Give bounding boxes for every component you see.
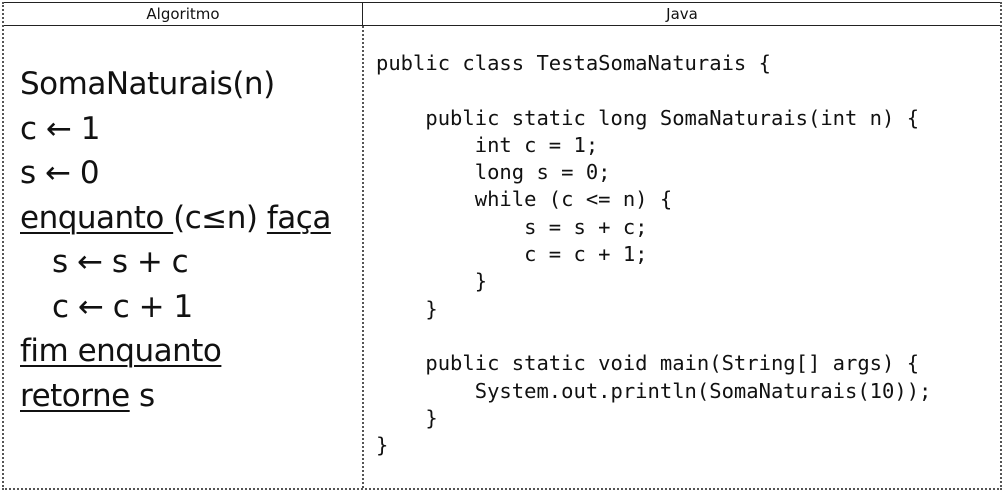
- algorithm-keyword: enquanto: [20, 199, 174, 236]
- code-line: }: [376, 405, 438, 430]
- algorithm-line: c ← c + 1: [20, 285, 358, 330]
- algorithm-line: s ← s + c: [20, 240, 358, 285]
- column-divider: [362, 26, 364, 488]
- code-line: c = c + 1;: [376, 242, 648, 267]
- java-source-code: public class TestaSomaNaturais { public …: [376, 50, 998, 459]
- code-line: }: [376, 433, 389, 458]
- algorithm-line: c ← 1: [20, 107, 358, 152]
- code-line: int c = 1;: [376, 132, 599, 157]
- code-line: while (c <= n) {: [376, 187, 673, 212]
- algorithm-text: s ← 0: [20, 155, 100, 191]
- code-line: }: [376, 296, 438, 321]
- code-line: public static void main(String[] args) {: [376, 351, 920, 376]
- algorithm-keyword: fim enquanto: [20, 333, 222, 369]
- algorithm-keyword: retorne: [20, 377, 130, 414]
- code-line: long s = 0;: [376, 160, 611, 185]
- algorithm-line: SomaNaturais(n): [20, 62, 358, 107]
- code-line: System.out.println(SomaNaturais(10));: [376, 378, 932, 403]
- algorithm-text: c ← c + 1: [52, 288, 193, 325]
- algorithm-text: s: [129, 377, 155, 414]
- algorithm-text: s ← s + c: [52, 244, 189, 280]
- algorithm-line: retorne s: [20, 374, 358, 419]
- code-line: }: [376, 269, 488, 294]
- algorithm-line: s ← 0: [20, 151, 358, 196]
- java-column-header: Java: [666, 5, 698, 23]
- algorithm-pseudocode: SomaNaturais(n) c ← 1 s ← 0 enquanto (c≤n) …: [20, 62, 358, 418]
- table-header: Algoritmo Java: [4, 2, 1000, 26]
- code-line: public class TestaSomaNaturais {: [376, 51, 771, 75]
- algorithm-line: enquanto (c≤n) faça: [20, 196, 358, 241]
- algorithm-text: (c≤n): [173, 199, 267, 236]
- code-line: s = s + c;: [376, 214, 648, 239]
- algorithm-text: c ← 1: [20, 110, 100, 147]
- algorithm-text: SomaNaturais(n): [20, 66, 275, 102]
- code-line: public static long SomaNaturais(int n) {: [376, 105, 920, 130]
- algorithm-column-header: Algoritmo: [146, 5, 220, 23]
- algorithm-line: fim enquanto: [20, 329, 358, 374]
- algorithm-keyword: faça: [266, 199, 331, 236]
